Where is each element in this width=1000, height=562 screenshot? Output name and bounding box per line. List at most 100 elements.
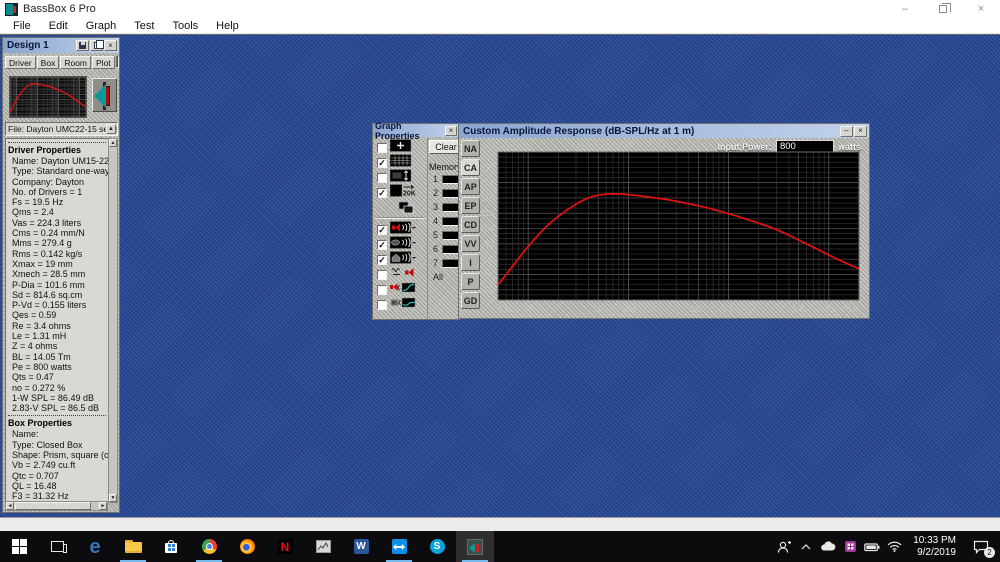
task-view-taskbar-icon[interactable]	[38, 531, 76, 562]
battery-icon[interactable]	[861, 531, 883, 562]
scroll-down-icon[interactable]: ▼	[109, 494, 117, 502]
graph-titlebar[interactable]: Custom Amplitude Response (dB-SPL/Hz at …	[459, 124, 869, 138]
scroll-left-icon[interactable]: ◄	[6, 502, 14, 510]
menu-graph[interactable]: Graph	[77, 19, 126, 33]
range-20k-checkbox[interactable]: ✓	[377, 188, 387, 198]
word-taskbar-icon[interactable]: W	[342, 531, 380, 562]
restore-button[interactable]	[924, 0, 962, 18]
menu-file[interactable]: File	[4, 19, 40, 33]
screen: BassBox 6 Pro – × FileEditGraphTestTools…	[0, 0, 1000, 562]
properties-horizontal-scrollbar[interactable]: ◄ ►	[5, 501, 108, 511]
svg-text:1 K: 1 K	[722, 304, 735, 314]
copy-design-button[interactable]	[90, 40, 103, 51]
property-line: 2.83-V SPL = 86.5 dB	[8, 403, 108, 413]
menu-help[interactable]: Help	[207, 19, 248, 33]
box-curve-checkbox[interactable]	[377, 300, 387, 310]
memory-slot-1[interactable]: 1	[429, 172, 459, 186]
bassbox-taskbar-icon[interactable]	[456, 531, 494, 562]
plot-color-swatch[interactable]	[116, 56, 119, 68]
people-icon[interactable]	[773, 531, 795, 562]
menu-edit[interactable]: Edit	[40, 19, 77, 33]
hidden-icons-chevron-icon[interactable]	[795, 531, 817, 562]
box-curve-icon	[390, 296, 416, 314]
office-app-icon[interactable]	[839, 531, 861, 562]
skype-taskbar-icon[interactable]: S	[418, 531, 456, 562]
taskbar-clock[interactable]: 10:33 PM 9/2/2019	[907, 535, 962, 559]
palette-memory-column: Clear Memory 1234567 All	[429, 137, 459, 319]
mini-plot-preview[interactable]	[9, 76, 87, 118]
file-scroll-up-button[interactable]: ▲	[106, 124, 116, 134]
driver-file-label: File: Dayton UMC22-15 sealed	[8, 124, 118, 134]
taskbar: e N W S 10:33 PM 9/2/2019 2	[0, 531, 1000, 562]
driver-acoustic-output-checkbox[interactable]: ✓	[377, 225, 387, 235]
vertical-scale-checkbox[interactable]	[377, 173, 387, 183]
memory-slot-swatch[interactable]	[442, 245, 459, 254]
memory-slot-4[interactable]: 4	[429, 214, 459, 228]
wifi-icon[interactable]	[883, 531, 905, 562]
section-separator	[8, 142, 106, 143]
firefox-taskbar-icon[interactable]	[228, 531, 266, 562]
edge-taskbar-icon[interactable]: e	[76, 531, 114, 562]
amplitude-response-window: Custom Amplitude Response (dB-SPL/Hz at …	[458, 123, 870, 319]
memory-slot-2[interactable]: 2	[429, 186, 459, 200]
memory-slot-swatch[interactable]	[442, 189, 459, 198]
box-acoustic-output-checkbox[interactable]: ✓	[377, 255, 387, 265]
minimize-graph-button[interactable]: –	[840, 126, 853, 137]
overlay-windows-icon[interactable]	[373, 200, 427, 214]
design-titlebar[interactable]: Design 1 ×	[3, 38, 119, 53]
memory-slot-swatch[interactable]	[442, 259, 459, 268]
svg-text:20 K: 20 K	[842, 304, 860, 314]
memory-slot-swatch[interactable]	[442, 231, 459, 240]
property-line: Name: Dayton UM15-22	[8, 156, 108, 166]
port-acoustic-output-checkbox[interactable]: ✓	[377, 240, 387, 250]
amplitude-response-chart[interactable]: dB122116110104989286805 Hz10501005001 K5…	[473, 148, 863, 316]
memory-slot-7[interactable]: 7	[429, 256, 459, 270]
tab-plot[interactable]: Plot	[92, 56, 115, 69]
microsoft-store-taskbar-icon[interactable]	[152, 531, 190, 562]
memory-slot-6[interactable]: 6	[429, 242, 459, 256]
memory-slot-swatch[interactable]	[442, 175, 459, 184]
action-center-button[interactable]: 2	[964, 531, 998, 562]
properties-vertical-scrollbar[interactable]: ▲ ▼	[108, 138, 118, 503]
memory-all-button[interactable]: All	[429, 272, 459, 282]
close-button[interactable]: ×	[962, 0, 1000, 18]
crosshair-checkbox[interactable]	[377, 143, 387, 153]
driver-file-selector[interactable]: File: Dayton UMC22-15 sealed ▲	[5, 122, 118, 136]
memory-slot-swatch[interactable]	[442, 217, 459, 226]
box-curve-option[interactable]	[373, 297, 427, 312]
svg-text:50: 50	[593, 304, 603, 314]
start-taskbar-icon[interactable]	[0, 531, 38, 562]
property-line: Rms = 0.142 kg/s	[8, 249, 108, 259]
horizontal-scroll-thumb[interactable]	[15, 502, 91, 510]
tab-box[interactable]: Box	[37, 56, 60, 69]
grid-checkbox[interactable]: ✓	[377, 158, 387, 168]
teamviewer-taskbar-icon[interactable]	[380, 531, 418, 562]
range-20k-option[interactable]: ✓20K	[373, 185, 427, 200]
close-design-button[interactable]: ×	[104, 40, 117, 51]
speaker-icon[interactable]	[92, 78, 117, 112]
scroll-right-icon[interactable]: ►	[99, 502, 107, 510]
chrome-taskbar-icon[interactable]	[190, 531, 228, 562]
driver-curve-checkbox[interactable]	[377, 285, 387, 295]
onedrive-icon[interactable]	[817, 531, 839, 562]
tab-room[interactable]: Room	[60, 56, 91, 69]
photos-taskbar-icon[interactable]	[304, 531, 342, 562]
tab-driver[interactable]: Driver	[5, 56, 36, 69]
minimize-button[interactable]: –	[886, 0, 924, 18]
svg-text:5 Hz: 5 Hz	[498, 304, 515, 314]
menu-tools[interactable]: Tools	[163, 19, 207, 33]
memory-slot-3[interactable]: 3	[429, 200, 459, 214]
palette-titlebar[interactable]: Graph Properties ×	[373, 124, 459, 137]
close-graph-button[interactable]: ×	[854, 126, 867, 137]
property-line: No. of Drivers = 1	[8, 187, 108, 197]
close-palette-button[interactable]: ×	[445, 126, 457, 136]
memory-slot-5[interactable]: 5	[429, 228, 459, 242]
save-design-button[interactable]	[76, 40, 89, 51]
scroll-up-icon[interactable]: ▲	[109, 139, 117, 147]
network-response-checkbox[interactable]	[377, 270, 387, 280]
property-line: Type: Closed Box	[8, 440, 108, 450]
file-explorer-taskbar-icon[interactable]	[114, 531, 152, 562]
netflix-taskbar-icon[interactable]: N	[266, 531, 304, 562]
menu-test[interactable]: Test	[125, 19, 163, 33]
memory-slot-swatch[interactable]	[442, 203, 459, 212]
